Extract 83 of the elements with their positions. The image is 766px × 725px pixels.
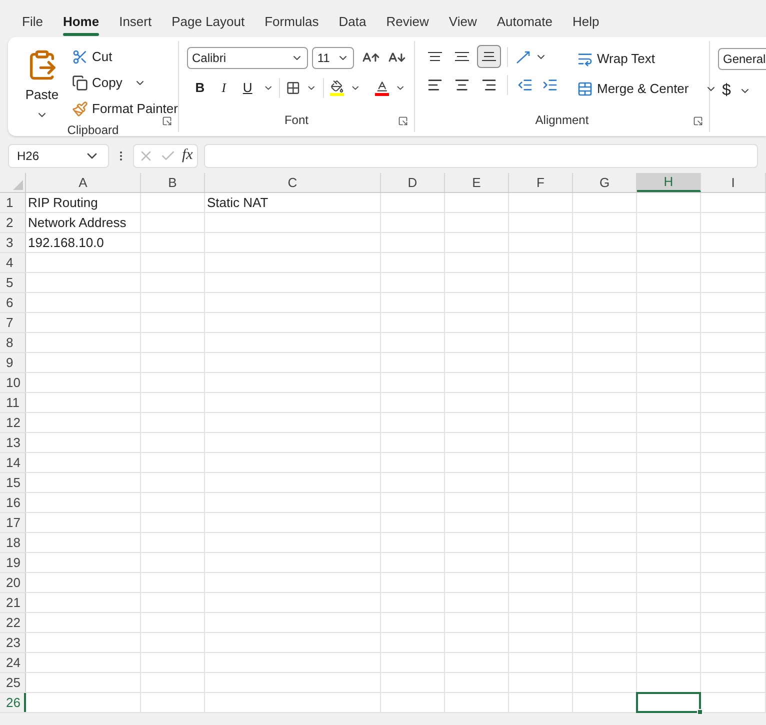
format-painter-button[interactable]: Format Painter — [72, 99, 178, 119]
menu-tab[interactable]: Review — [376, 7, 439, 37]
copy-icon — [72, 75, 88, 91]
wrap-text-icon — [576, 51, 593, 67]
row-header[interactable]: 12 — [0, 413, 26, 432]
scissors-icon — [72, 49, 88, 65]
table-cell-text: Static NAT — [207, 194, 268, 212]
menu-tab[interactable]: Data — [328, 7, 376, 37]
row-header[interactable]: 23 — [0, 633, 26, 652]
group-label: Clipboard — [67, 122, 119, 138]
column-header[interactable]: D — [381, 173, 445, 192]
column-header[interactable]: E — [445, 173, 509, 192]
row-header[interactable]: 4 — [0, 253, 26, 272]
insert-function-button[interactable]: fx — [182, 144, 193, 167]
vertical-align-icon — [428, 52, 442, 61]
row-header[interactable]: 25 — [0, 673, 26, 692]
column-header[interactable]: B — [141, 173, 205, 192]
column-header[interactable]: I — [701, 173, 766, 192]
row-header[interactable]: 15 — [0, 473, 26, 492]
borders-icon[interactable] — [286, 80, 300, 96]
menu-tab[interactable]: Help — [562, 7, 610, 37]
merge-center-button[interactable]: Merge & Center — [576, 79, 717, 99]
row-header[interactable]: 21 — [0, 593, 26, 612]
table-cell-text: 192.168.10.0 — [28, 234, 104, 252]
row-header[interactable]: 1 — [0, 193, 26, 212]
bold-button[interactable]: B — [190, 78, 209, 98]
number-format-dropdown[interactable]: General — [718, 48, 766, 70]
row-header[interactable]: 8 — [0, 333, 26, 352]
column-header[interactable]: H — [637, 173, 701, 192]
font-name-dropdown[interactable]: Calibri — [186, 47, 308, 69]
menu-tab[interactable]: Formulas — [254, 7, 329, 37]
menu-tab[interactable]: Insert — [109, 7, 162, 37]
row-header[interactable]: 7 — [0, 313, 26, 332]
vertical-align-icon — [482, 52, 496, 61]
table-cell-text: Network Address — [28, 214, 126, 232]
row-header[interactable]: 18 — [0, 533, 26, 552]
name-box[interactable]: H26 — [8, 144, 109, 168]
table-cell-text: RIP Routing — [28, 194, 98, 212]
row-header[interactable]: 19 — [0, 553, 26, 572]
row-header[interactable]: 10 — [0, 373, 26, 392]
menu-tab[interactable]: View — [438, 7, 487, 37]
row-header[interactable]: 13 — [0, 433, 26, 452]
formula-input-field[interactable] — [204, 144, 758, 168]
menu-tab[interactable]: File — [12, 7, 53, 37]
menu-tab[interactable]: Page Layout — [162, 7, 255, 37]
group-label: Alignment — [535, 112, 589, 129]
cut-button[interactable]: Cut — [72, 47, 178, 67]
currency-format-button[interactable]: $ — [722, 79, 766, 103]
row-header[interactable]: 24 — [0, 653, 26, 672]
group-label: Font — [284, 112, 308, 129]
paste-button[interactable]: Paste — [16, 45, 68, 120]
merge-cells-icon — [576, 81, 593, 97]
row-header[interactable]: 16 — [0, 493, 26, 512]
underline-button[interactable]: U — [238, 78, 257, 98]
menu-tab[interactable]: Home — [52, 7, 110, 37]
font-color-icon[interactable] — [374, 80, 390, 96]
row-header[interactable]: 14 — [0, 453, 26, 472]
row-header[interactable]: 26 — [0, 693, 26, 712]
copy-button[interactable]: Copy — [72, 73, 178, 93]
fill-color-icon[interactable] — [330, 80, 344, 96]
italic-button[interactable]: I — [214, 78, 233, 98]
column-header[interactable]: A — [26, 173, 141, 192]
row-header[interactable]: 9 — [0, 353, 26, 372]
column-header[interactable]: F — [509, 173, 573, 192]
dialog-launcher-icon[interactable] — [162, 116, 172, 126]
vertical-align-icon — [454, 52, 469, 61]
paintbrush-icon — [72, 101, 88, 117]
row-header[interactable]: 6 — [0, 293, 26, 312]
wrap-text-button[interactable]: Wrap Text — [576, 49, 717, 69]
row-header[interactable]: 20 — [0, 573, 26, 592]
row-header[interactable]: 2 — [0, 213, 26, 232]
row-header[interactable]: 22 — [0, 613, 26, 632]
menu-tab[interactable]: Automate — [486, 7, 562, 37]
row-header[interactable]: 17 — [0, 513, 26, 532]
column-header[interactable]: C — [205, 173, 381, 192]
font-size-dropdown[interactable]: 11 — [312, 47, 354, 69]
dialog-launcher-icon[interactable] — [692, 116, 703, 126]
row-header[interactable]: 11 — [0, 393, 26, 412]
dialog-launcher-icon[interactable] — [398, 116, 408, 126]
row-header[interactable]: 5 — [0, 273, 26, 292]
row-header[interactable]: 3 — [0, 233, 26, 252]
selected-cell[interactable] — [636, 692, 701, 713]
vertical-align-button[interactable] — [476, 45, 501, 68]
